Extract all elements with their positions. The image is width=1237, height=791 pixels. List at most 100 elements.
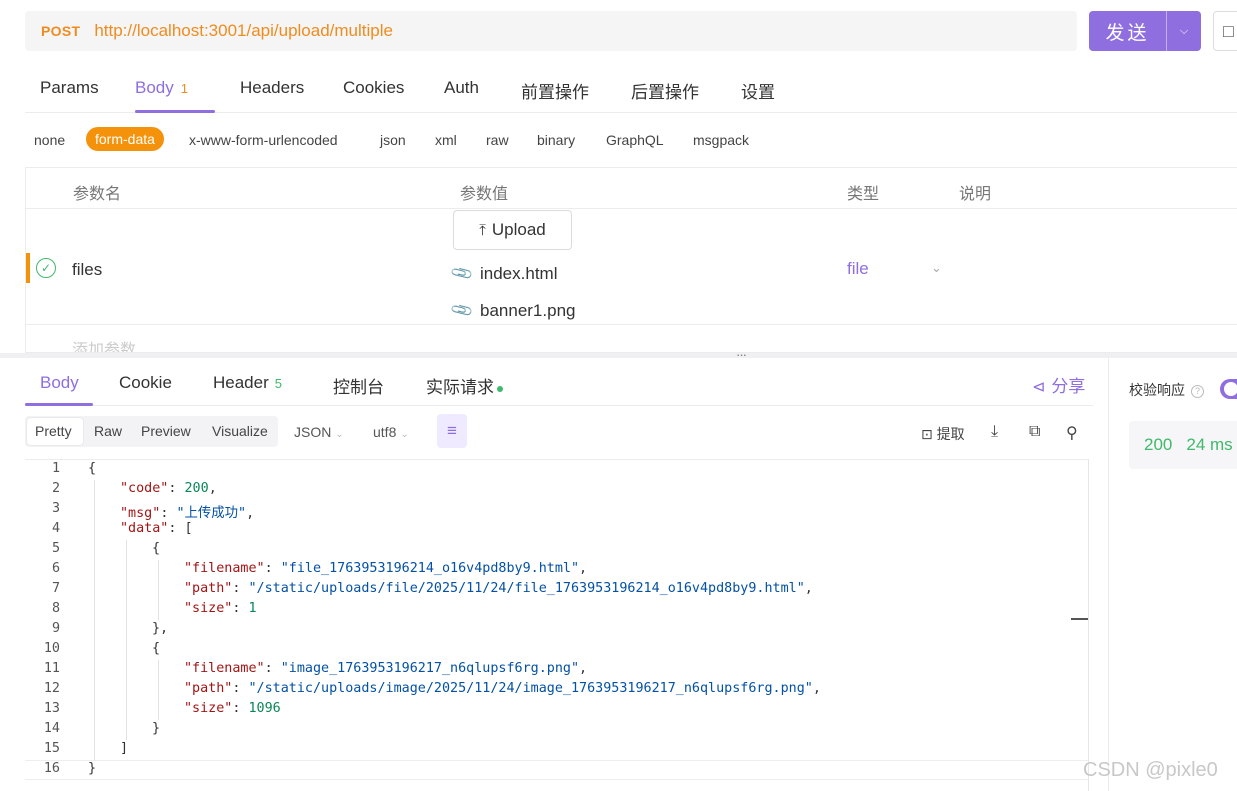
line-number: 4	[51, 521, 60, 536]
body-type-xml[interactable]: xml	[435, 132, 457, 148]
validate-toggle[interactable]	[1220, 379, 1237, 399]
json-punct: :	[232, 601, 249, 616]
response-tabs: Body Cookie Header 5 控制台 实际请求 ⊲ 分享	[25, 358, 1093, 406]
tab-post-operations[interactable]: 后置操作	[631, 78, 699, 103]
view-raw[interactable]: Raw	[94, 423, 122, 439]
row-enabled-check-icon[interactable]: ✓	[36, 258, 56, 278]
tab-cookies[interactable]: Cookies	[343, 78, 404, 98]
tab-params[interactable]: Params	[40, 78, 99, 98]
extract-icon: ⊡	[921, 426, 933, 442]
code-scrollbar[interactable]	[1088, 459, 1089, 791]
code-line: "path": "/static/uploads/file/2025/11/24…	[184, 581, 813, 596]
tab-headers[interactable]: Headers	[240, 78, 304, 98]
response-code-viewer[interactable]: 1 2 3 4 5 6 7 8 9 10 11 12 13 14 15 16 {"code": 200, "ms…	[25, 459, 1088, 791]
json-string: "image_1763953196217_n6qlupsf6rg.png"	[280, 661, 580, 676]
code-line: "code": 200,	[120, 481, 217, 496]
json-string: "/static/uploads/file/2025/11/24/file_17…	[248, 581, 805, 596]
resp-tab-cookie[interactable]: Cookie	[119, 373, 172, 393]
params-table-header: 参数名 参数值 类型 说明	[26, 168, 1237, 209]
body-type-none[interactable]: none	[34, 132, 65, 148]
row-drag-handle[interactable]	[26, 253, 30, 283]
encoding-value: utf8	[373, 424, 397, 440]
method-selector[interactable]: POST	[41, 23, 80, 39]
body-type-urlencoded[interactable]: x-www-form-urlencoded	[189, 132, 338, 148]
format-select[interactable]: JSON ⌄	[294, 424, 344, 440]
line-number: 14	[43, 721, 60, 736]
upload-label: Upload	[491, 220, 546, 239]
vertical-divider[interactable]	[1108, 358, 1109, 791]
json-punct: {	[88, 461, 97, 476]
tab-body[interactable]: Body 1	[135, 78, 188, 98]
resp-tab-console[interactable]: 控制台	[333, 373, 384, 398]
resp-tab-header-label: Header	[213, 373, 269, 392]
url-bar[interactable]: POST http://localhost:3001/api/upload/mu…	[25, 11, 1077, 51]
resp-tab-body[interactable]: Body	[40, 373, 79, 393]
encoding-select[interactable]: utf8 ⌄	[373, 424, 409, 440]
json-number: 200	[184, 481, 209, 496]
copy-icon[interactable]: ⧉	[1029, 423, 1040, 441]
url-input[interactable]: http://localhost:3001/api/upload/multipl…	[94, 21, 393, 41]
share-button[interactable]: ⊲ 分享	[1032, 372, 1085, 397]
body-type-msgpack[interactable]: msgpack	[693, 132, 749, 148]
file-name: index.html	[480, 264, 558, 283]
upload-button[interactable]: ⤒ Upload	[453, 210, 572, 250]
tab-auth[interactable]: Auth	[444, 78, 479, 98]
help-icon[interactable]: ?	[1191, 384, 1204, 398]
json-punct: ]	[120, 741, 129, 756]
param-type-select[interactable]: file	[847, 259, 869, 279]
json-key: "code"	[120, 481, 169, 496]
save-button[interactable]: □	[1213, 11, 1237, 51]
param-name-cell[interactable]: files	[72, 260, 102, 280]
add-param-input[interactable]: 添加参数	[72, 336, 136, 352]
body-type-binary[interactable]: binary	[537, 132, 575, 148]
code-line: {	[152, 541, 160, 556]
col-desc-header: 说明	[959, 186, 992, 203]
extract-button[interactable]: ⊡ 提取	[921, 424, 965, 444]
json-punct: }	[152, 721, 161, 736]
request-tabs: Params Body 1 Headers Cookies Auth 前置操作 后…	[25, 62, 1237, 113]
resp-tab-actual-request[interactable]: 实际请求	[426, 373, 503, 398]
status-dot-icon	[497, 385, 503, 392]
tab-settings[interactable]: 设置	[741, 78, 775, 103]
col-type-header: 类型	[847, 186, 880, 203]
search-icon[interactable]: ⚲	[1066, 423, 1078, 443]
json-string: "/static/uploads/image/2025/11/24/image_…	[248, 681, 813, 696]
share-label: 分享	[1051, 377, 1086, 396]
chevron-down-icon[interactable]: ⌄	[931, 260, 942, 276]
body-type-graphql[interactable]: GraphQL	[606, 132, 664, 148]
json-number: 1	[248, 601, 257, 616]
json-string: "上传成功"	[176, 506, 247, 521]
attached-file[interactable]: 📎 index.html	[450, 261, 558, 286]
indent-guide	[126, 540, 127, 740]
send-button[interactable]: 发送	[1089, 11, 1167, 51]
body-type-form-data[interactable]: form-data	[86, 127, 164, 151]
code-line: {	[152, 641, 160, 656]
share-icon: ⊲	[1032, 379, 1046, 396]
scrollbar-position-marker	[1071, 618, 1088, 620]
json-punct: ,	[246, 506, 255, 521]
col-value-header: 参数值	[460, 186, 509, 203]
view-pretty[interactable]: Pretty	[35, 423, 72, 439]
tab-pre-operations[interactable]: 前置操作	[521, 78, 589, 103]
body-type-json[interactable]: json	[380, 132, 406, 148]
attached-file[interactable]: 📎 banner1.png	[450, 298, 576, 323]
file-name: banner1.png	[480, 301, 576, 320]
download-icon[interactable]: ⤓	[991, 423, 998, 441]
code-line: }	[152, 721, 160, 736]
chevron-down-icon: ⌄	[335, 429, 344, 440]
json-key: "path"	[184, 681, 233, 696]
json-punct: ,	[208, 481, 217, 496]
word-wrap-icon[interactable]: ≡	[437, 414, 467, 448]
json-key: "path"	[184, 581, 233, 596]
code-line: "size": 1	[184, 601, 257, 616]
code-line: "filename": "file_1763953196214_o16v4pd8…	[184, 561, 587, 576]
send-dropdown-chevron-icon[interactable]: ⌵	[1167, 11, 1201, 51]
line-number: 13	[43, 701, 60, 716]
response-status: 200 24 ms	[1129, 421, 1237, 469]
code-line: "size": 1096	[184, 701, 281, 716]
view-preview[interactable]: Preview	[141, 423, 191, 439]
row-divider	[26, 324, 1237, 325]
body-type-raw[interactable]: raw	[486, 132, 509, 148]
resp-tab-header[interactable]: Header 5	[213, 373, 282, 393]
view-visualize[interactable]: Visualize	[212, 423, 268, 439]
